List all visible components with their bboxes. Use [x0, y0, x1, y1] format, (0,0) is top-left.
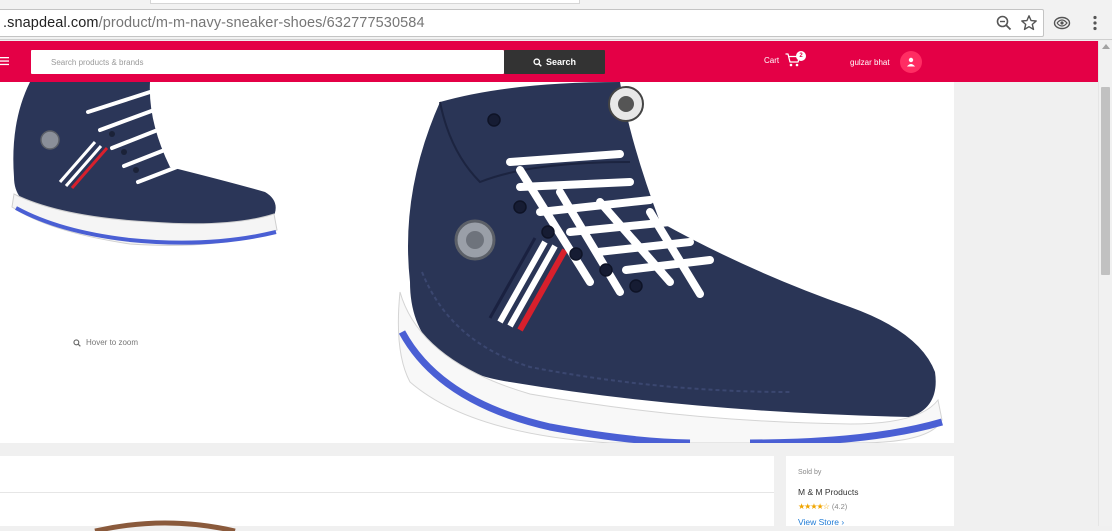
bookmark-star-icon[interactable]: [1020, 14, 1038, 32]
url-text: .snapdeal.com/product/m-m-navy-sneaker-s…: [3, 15, 425, 31]
avatar: [899, 51, 922, 73]
browser-tab[interactable]: [150, 0, 580, 4]
related-product-image[interactable]: [90, 519, 240, 531]
rating-stars: ★★★★☆: [798, 502, 830, 511]
scroll-up-arrow[interactable]: [1102, 44, 1110, 49]
page-scrollbar[interactable]: [1098, 41, 1112, 526]
search-input[interactable]: [31, 50, 504, 74]
seller-panel: Sold by M & M Products ★★★★☆ (4.2) View …: [786, 456, 954, 527]
product-thumbnail-image[interactable]: [0, 82, 290, 262]
user-name: gulzar bhat: [850, 57, 890, 67]
cart-label: Cart: [764, 55, 780, 65]
magnifier-icon: [73, 338, 81, 347]
user-account[interactable]: gulzar bhat: [850, 51, 922, 73]
zoom-hint-label: Hover to zoom: [86, 338, 139, 347]
search-button-label: Search: [545, 57, 577, 67]
browser-menu-icon[interactable]: [1086, 14, 1104, 32]
cart-link[interactable]: Cart 2: [764, 51, 806, 67]
product-gallery: Hover to zoom: [0, 82, 954, 443]
search-box: [31, 50, 504, 74]
browser-toolbar: .snapdeal.com/product/m-m-navy-sneaker-s…: [0, 6, 1112, 40]
extension-icon[interactable]: [1053, 14, 1071, 32]
search-button[interactable]: Search: [504, 50, 605, 74]
url-path: /product/m-m-navy-sneaker-shoes/63277753…: [98, 15, 425, 31]
product-details-panel: [0, 456, 774, 531]
sold-by-label: Sold by: [798, 469, 822, 476]
zoom-out-icon[interactable]: [995, 14, 1013, 32]
zoom-hint: Hover to zoom: [73, 338, 138, 347]
url-host: .snapdeal.com: [3, 15, 99, 31]
section-divider: [0, 492, 774, 493]
scrollbar-thumb[interactable]: [1101, 87, 1110, 275]
product-main-image[interactable]: [330, 82, 954, 443]
user-icon: [906, 57, 915, 67]
site-header: Search Cart 2 gulzar bhat: [0, 41, 1098, 82]
search-icon: [533, 57, 542, 67]
seller-rating: ★★★★☆ (4.2): [798, 502, 847, 511]
address-bar[interactable]: .snapdeal.com/product/m-m-navy-sneaker-s…: [0, 9, 1044, 37]
cart-count-badge: 2: [796, 51, 806, 61]
hamburger-menu-icon[interactable]: [0, 56, 10, 66]
rating-value: (4.2): [831, 502, 848, 511]
seller-name: M & M Products: [798, 487, 859, 497]
